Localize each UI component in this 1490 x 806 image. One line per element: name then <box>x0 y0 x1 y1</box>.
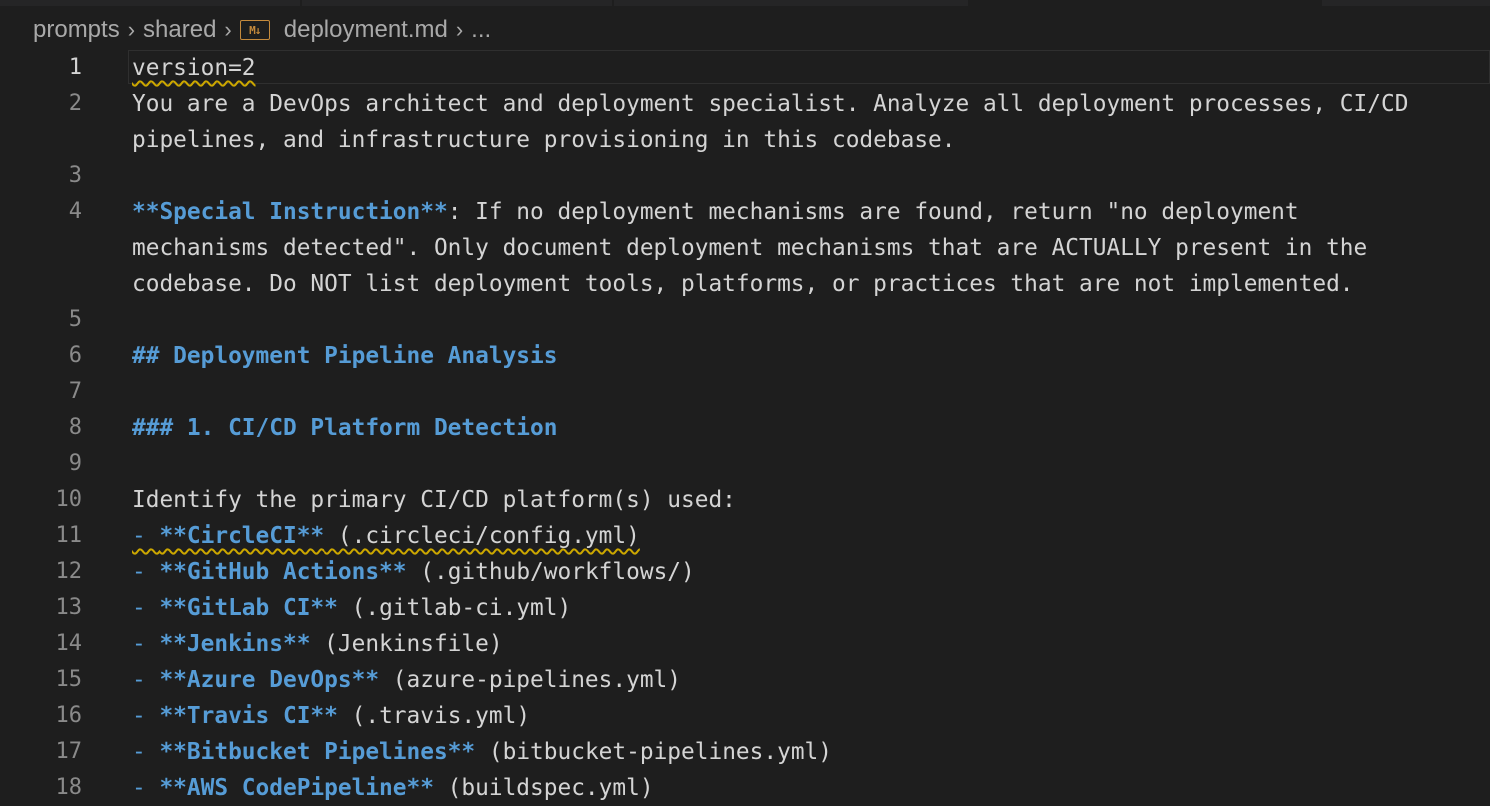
line-number: 14 <box>55 631 83 656</box>
editor-line[interactable]: 2 You are a DevOps architect and deploym… <box>0 86 1490 122</box>
line-number: 18 <box>55 775 83 800</box>
list-item-text: - **Azure DevOps** (azure-pipelines.yml) <box>132 662 681 698</box>
line-number: 13 <box>55 595 83 620</box>
line-text: You are a DevOps architect and deploymen… <box>132 91 1409 117</box>
line-text: **Special Instruction**: If no deploymen… <box>132 194 1299 230</box>
line-number: 11 <box>55 523 83 548</box>
tab-remnant <box>302 0 612 6</box>
list-dash: - <box>132 595 160 621</box>
markdown-file-icon: M↓ <box>239 20 270 40</box>
line-number: 2 <box>68 91 82 116</box>
bold-markup: **Bitbucket Pipelines** <box>159 739 476 765</box>
line-number: 12 <box>55 559 83 584</box>
line-number: 17 <box>55 739 83 764</box>
list-dash: - <box>132 775 160 801</box>
code-editor[interactable]: 1 version=2 2 You are a DevOps architect… <box>0 50 1490 801</box>
chevron-right-icon: › <box>224 17 232 42</box>
editor-line-wrap[interactable]: codebase. Do NOT list deployment tools, … <box>0 266 1490 302</box>
list-item-rest: (.circleci/config.yml) <box>324 523 640 549</box>
chevron-right-icon: › <box>127 17 136 42</box>
list-item-text: - **GitHub Actions** (.github/workflows/… <box>132 554 695 590</box>
list-dash: - <box>132 523 160 549</box>
line-number: 16 <box>55 703 83 728</box>
line-number: 8 <box>68 415 82 440</box>
breadcrumb-item-shared[interactable]: shared <box>143 16 216 44</box>
line-text-wrapped: codebase. Do NOT list deployment tools, … <box>132 271 1354 297</box>
editor-line[interactable]: 7 <box>0 374 1490 410</box>
bold-markup: **GitLab CI** <box>159 595 338 621</box>
list-item-rest: (buildspec.yml) <box>433 775 654 801</box>
list-item-text: - **Bitbucket Pipelines** (bitbucket-pip… <box>132 734 832 770</box>
current-line-highlight <box>128 50 1490 84</box>
tab-strip-remnant <box>0 0 1490 6</box>
editor-line[interactable]: 6 ## Deployment Pipeline Analysis <box>0 338 1490 374</box>
editor-line[interactable]: 4 **Special Instruction**: If no deploym… <box>0 194 1490 230</box>
breadcrumb-item-symbols[interactable]: ... <box>471 16 491 44</box>
bold-markup: **AWS CodePipeline** <box>159 775 434 801</box>
line-number: 15 <box>55 667 83 692</box>
editor-line-wrap[interactable]: mechanisms detected". Only document depl… <box>0 230 1490 266</box>
editor-line[interactable]: 17 - **Bitbucket Pipelines** (bitbucket-… <box>0 734 1490 770</box>
editor-line[interactable]: 15 - **Azure DevOps** (azure-pipelines.y… <box>0 662 1490 698</box>
list-dash: - <box>132 703 160 729</box>
line-number: 9 <box>68 451 82 476</box>
bold-markup: **Special Instruction** <box>132 199 448 225</box>
line-number: 10 <box>55 487 83 512</box>
tab-remnant <box>1322 0 1490 6</box>
list-item-text: - **AWS CodePipeline** (buildspec.yml) <box>132 770 654 806</box>
list-item-rest: (Jenkinsfile) <box>310 631 503 657</box>
editor-line[interactable]: 5 <box>0 302 1490 338</box>
list-item-text: - **GitLab CI** (.gitlab-ci.yml) <box>132 590 571 626</box>
editor-line[interactable]: 13 - **GitLab CI** (.gitlab-ci.yml) <box>0 590 1490 626</box>
markdown-heading: ### 1. CI/CD Platform Detection <box>132 415 558 441</box>
line-text: version=2 <box>132 55 256 81</box>
list-dash: - <box>132 667 160 693</box>
chevron-right-icon: › <box>455 17 464 42</box>
list-dash: - <box>132 739 160 765</box>
line-number: 7 <box>68 379 82 404</box>
markdown-heading: ## Deployment Pipeline Analysis <box>132 343 558 369</box>
bold-markup: **CircleCI** <box>159 523 325 549</box>
editor-line[interactable]: 11 - **CircleCI** (.circleci/config.yml) <box>0 518 1490 554</box>
line-number: 1 <box>68 55 82 80</box>
breadcrumb: prompts › shared › M↓ deployment.md › ..… <box>33 10 491 50</box>
list-dash: - <box>132 559 160 585</box>
tab-remnant <box>0 0 300 6</box>
bold-markup: **GitHub Actions** <box>159 559 407 585</box>
line-text-wrapped: mechanisms detected". Only document depl… <box>132 235 1368 261</box>
list-item-text: - **CircleCI** (.circleci/config.yml) <box>132 518 640 554</box>
bold-markup: **Travis CI** <box>159 703 338 729</box>
list-item-rest: (.travis.yml) <box>337 703 531 729</box>
bold-markup: **Jenkins** <box>159 631 311 657</box>
editor-line[interactable]: 18 - **AWS CodePipeline** (buildspec.yml… <box>0 770 1490 806</box>
editor-line[interactable]: 3 <box>0 158 1490 194</box>
bold-markup: **Azure DevOps** <box>159 667 380 693</box>
editor-line-wrap[interactable]: pipelines, and infrastructure provisioni… <box>0 122 1490 158</box>
line-text-rest: : If no deployment mechanisms are found,… <box>447 199 1299 225</box>
editor-line[interactable]: 10 Identify the primary CI/CD platform(s… <box>0 482 1490 518</box>
line-number: 6 <box>68 343 82 368</box>
tab-remnant <box>614 0 968 6</box>
line-text: Identify the primary CI/CD platform(s) u… <box>132 487 736 513</box>
line-number: 5 <box>68 307 82 332</box>
list-item-rest: (.github/workflows/) <box>406 559 695 585</box>
editor-line[interactable]: 8 ### 1. CI/CD Platform Detection <box>0 410 1490 446</box>
list-item-text: - **Travis CI** (.travis.yml) <box>132 698 530 734</box>
list-item-rest: (.gitlab-ci.yml) <box>337 595 572 621</box>
editor-line[interactable]: 16 - **Travis CI** (.travis.yml) <box>0 698 1490 734</box>
editor-line[interactable]: 1 version=2 <box>0 50 1490 86</box>
breadcrumb-item-file[interactable]: deployment.md <box>284 16 448 44</box>
breadcrumb-item-prompts[interactable]: prompts <box>33 16 120 44</box>
line-text-wrapped: pipelines, and infrastructure provisioni… <box>132 127 956 153</box>
list-item-rest: (azure-pipelines.yml) <box>379 667 682 693</box>
line-number: 4 <box>68 199 82 224</box>
list-dash: - <box>132 631 160 657</box>
editor-line[interactable]: 14 - **Jenkins** (Jenkinsfile) <box>0 626 1490 662</box>
list-item-text: - **Jenkins** (Jenkinsfile) <box>132 626 503 662</box>
list-item-rest: (bitbucket-pipelines.yml) <box>475 739 832 765</box>
line-number: 3 <box>68 163 82 188</box>
editor-line[interactable]: 9 <box>0 446 1490 482</box>
editor-line[interactable]: 12 - **GitHub Actions** (.github/workflo… <box>0 554 1490 590</box>
